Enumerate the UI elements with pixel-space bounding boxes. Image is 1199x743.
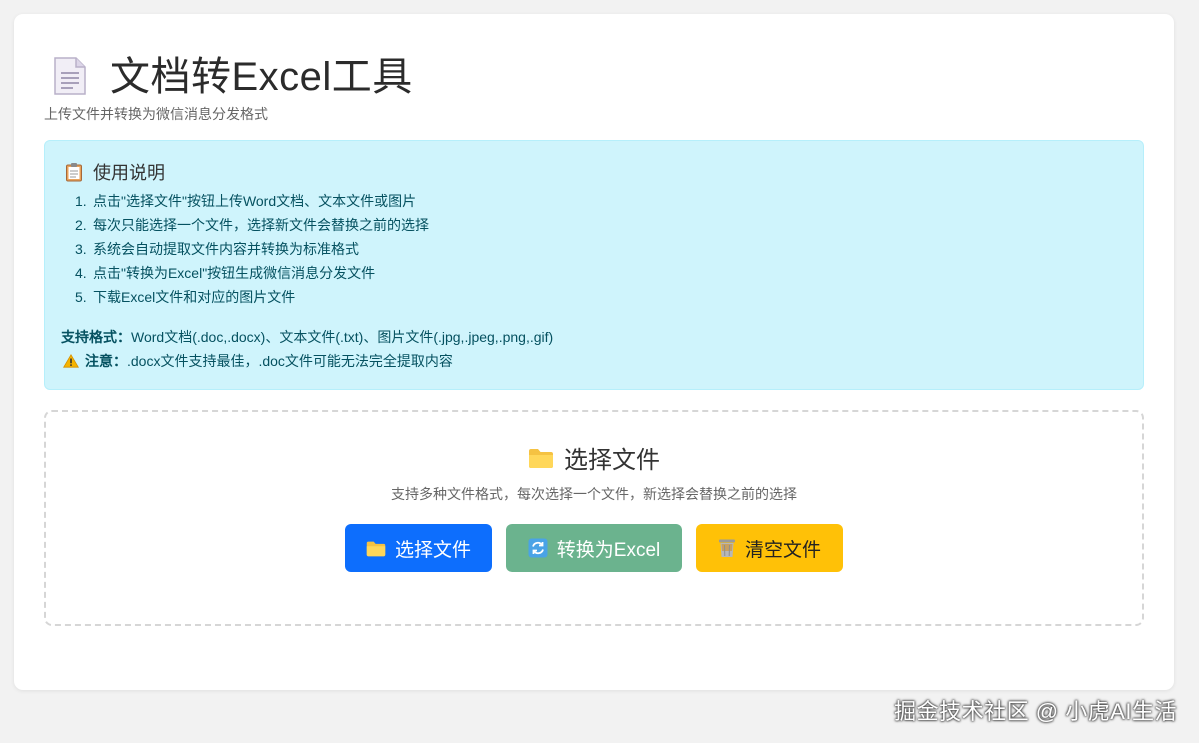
upload-heading-text: 选择文件 <box>564 447 660 474</box>
instructions-heading: 使用说明 <box>65 159 165 185</box>
step-item: 1. 点击"选择文件"按钮上传Word文档、文本文件或图片 <box>75 193 417 209</box>
action-buttons: 选择文件 转换为Excel 清空文件 <box>46 524 1142 572</box>
page-header: 文档转Excel工具 <box>52 44 413 102</box>
note-label: 注意： <box>85 353 127 369</box>
watermark: 掘金技术社区 @ 小虎AI生活 <box>894 699 1177 724</box>
clear-file-button[interactable]: 清空文件 <box>696 524 843 572</box>
folder-icon <box>366 541 386 556</box>
note-line: 注意： .docx文件支持最佳，.doc文件可能无法完全提取内容 <box>63 351 453 371</box>
instructions-steps: 1. 点击"选择文件"按钮上传Word文档、文本文件或图片 2. 每次只能选择一个文… <box>75 189 429 309</box>
step-item: 3. 系统会自动提取文件内容并转换为标准格式 <box>75 241 359 257</box>
supported-formats: 支持格式：Word文档(.doc,.docx)、文本文件(.txt)、图片文件(… <box>61 327 553 347</box>
supported-formats-label: 支持格式： <box>61 329 131 345</box>
supported-formats-text: Word文档(.doc,.docx)、文本文件(.txt)、图片文件(.jpg,… <box>131 329 554 345</box>
clear-file-label: 清空文件 <box>744 539 821 561</box>
select-file-label: 选择文件 <box>394 539 471 561</box>
upload-heading: 选择文件 <box>46 440 1142 475</box>
instructions-panel: 使用说明 1. 点击"选择文件"按钮上传Word文档、文本文件或图片 2. 每次只能… <box>44 140 1144 390</box>
convert-excel-label: 转换为Excel <box>556 539 661 561</box>
upload-description: 支持多种文件格式，每次选择一个文件，新选择会替换之前的选择 <box>391 486 797 502</box>
upload-area[interactable]: 选择文件 支持多种文件格式，每次选择一个文件，新选择会替换之前的选择 选择文件 <box>44 410 1144 626</box>
step-item: 5. 下载Excel文件和对应的图片文件 <box>75 289 296 305</box>
main-card: 文档转Excel工具 上传文件并转换为微信消息分发格式 使用说明 1. 点击"选择… <box>14 14 1174 690</box>
refresh-icon <box>528 538 548 558</box>
folder-icon <box>529 448 553 468</box>
step-item: 2. 每次只能选择一个文件，选择新文件会替换之前的选择 <box>75 217 429 233</box>
convert-excel-button[interactable]: 转换为Excel <box>506 524 682 572</box>
clipboard-icon <box>66 163 82 182</box>
instructions-heading-text: 使用说明 <box>93 163 165 183</box>
document-icon <box>54 57 86 95</box>
page-title: 文档转Excel工具 <box>110 55 413 99</box>
page-subtitle: 上传文件并转换为微信消息分发格式 <box>44 106 268 122</box>
warning-icon <box>63 354 79 368</box>
select-file-button[interactable]: 选择文件 <box>345 524 492 572</box>
note-text: .docx文件支持最佳，.doc文件可能无法完全提取内容 <box>127 353 453 369</box>
wastebasket-icon <box>718 539 735 557</box>
step-item: 4. 点击"转换为Excel"按钮生成微信消息分发文件 <box>75 265 376 281</box>
